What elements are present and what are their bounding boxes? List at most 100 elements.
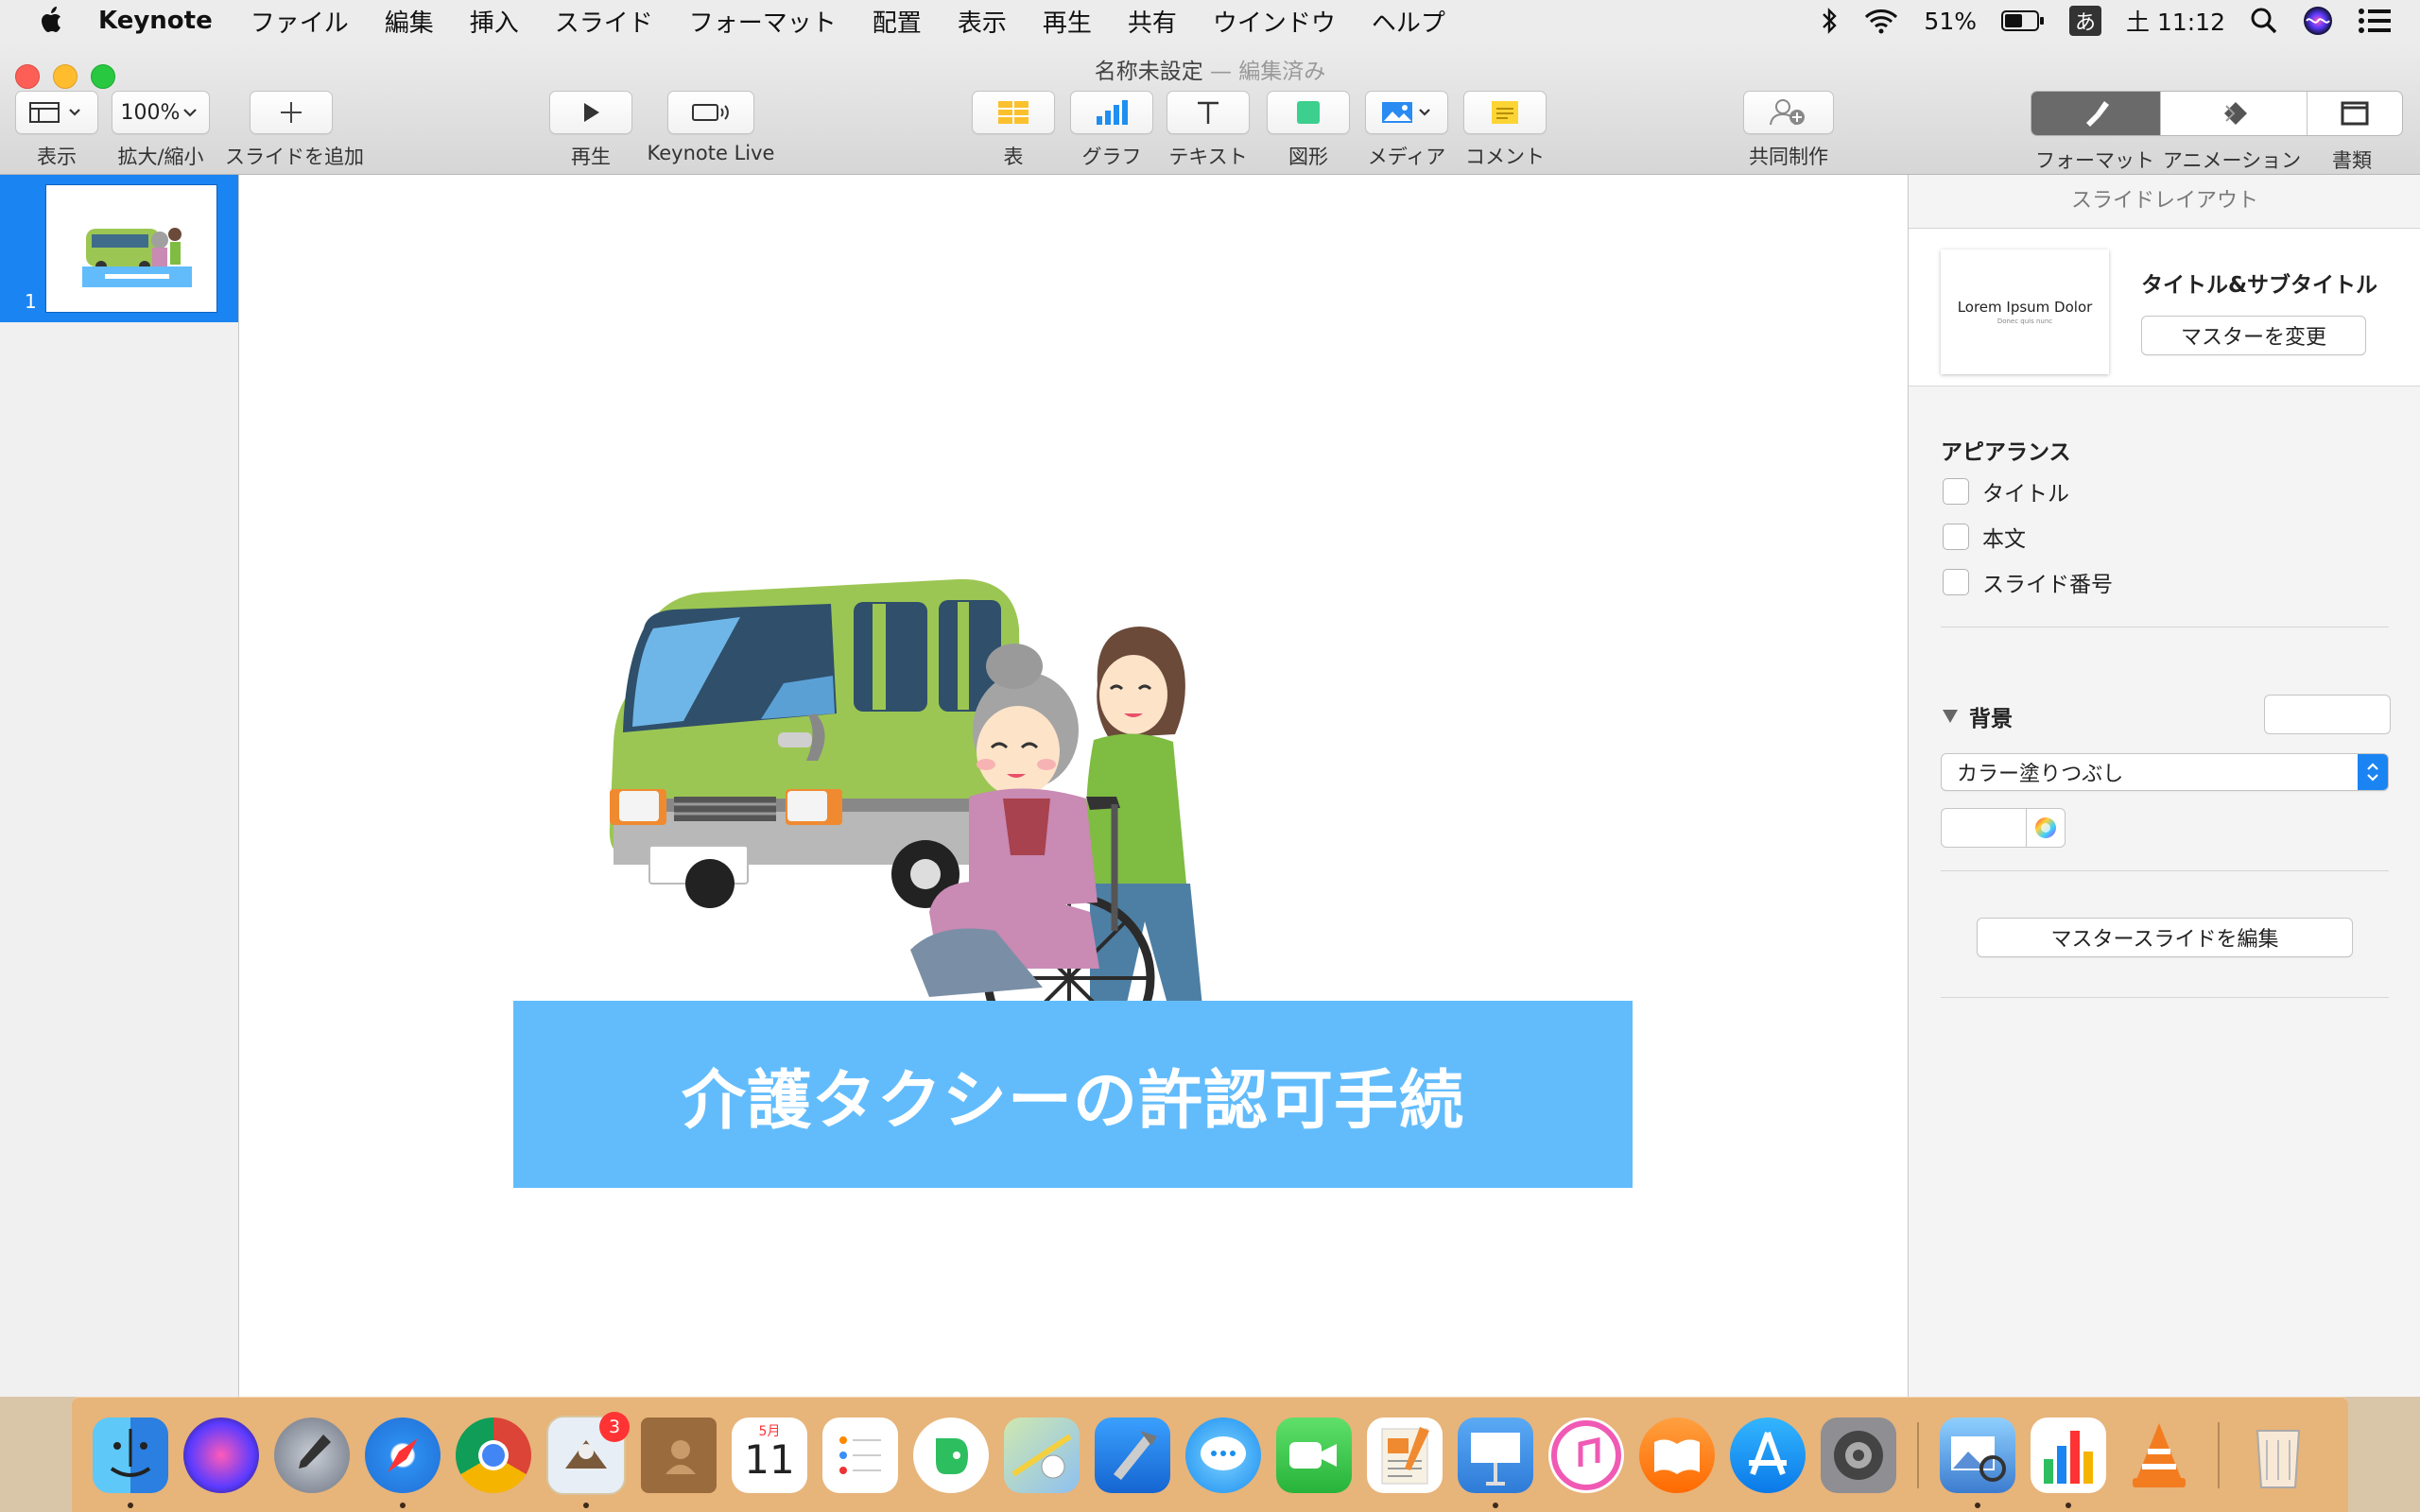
menu-play[interactable]: 再生 bbox=[1043, 4, 1092, 39]
background-color-well[interactable] bbox=[2264, 695, 2391, 734]
siri-app-icon[interactable] bbox=[183, 1417, 259, 1493]
notification-center-icon[interactable] bbox=[2358, 8, 2392, 34]
checkbox-title-box[interactable] bbox=[1943, 478, 1969, 505]
wifi-icon[interactable] bbox=[1863, 7, 1899, 35]
checkbox-slide-number-box[interactable] bbox=[1943, 569, 1969, 595]
chart-control[interactable]: グラフ bbox=[1070, 91, 1153, 170]
menu-slide[interactable]: スライド bbox=[555, 4, 653, 39]
table-control[interactable]: 表 bbox=[972, 91, 1055, 170]
select-stepper-icon[interactable] bbox=[2358, 754, 2388, 790]
menu-view[interactable]: 表示 bbox=[958, 4, 1007, 39]
tab-format[interactable] bbox=[2031, 92, 2161, 135]
change-master-button[interactable]: マスターを変更 bbox=[2141, 316, 2366, 355]
menu-format[interactable]: フォーマット bbox=[689, 4, 837, 39]
messages-icon[interactable] bbox=[1185, 1417, 1261, 1493]
menu-window[interactable]: ウインドウ bbox=[1213, 4, 1336, 39]
maps-icon[interactable] bbox=[1004, 1417, 1080, 1493]
safari-icon[interactable] bbox=[365, 1417, 441, 1508]
vlc-icon[interactable] bbox=[2121, 1418, 2197, 1493]
zoom-button[interactable]: 100% bbox=[112, 91, 210, 134]
table-button[interactable] bbox=[972, 91, 1055, 134]
slide-title-banner[interactable]: 介護タクシーの許認可手続 bbox=[513, 1001, 1633, 1188]
tab-document[interactable] bbox=[2308, 92, 2402, 135]
text-control[interactable]: テキスト bbox=[1167, 91, 1250, 170]
menu-arrange[interactable]: 配置 bbox=[873, 4, 922, 39]
calendar-icon[interactable]: 5月 11 bbox=[732, 1417, 807, 1493]
comment-control[interactable]: コメント bbox=[1461, 91, 1548, 170]
menu-clock[interactable]: 土 11:12 bbox=[2126, 4, 2225, 38]
add-slide-button[interactable] bbox=[250, 91, 333, 134]
reminders-icon[interactable] bbox=[822, 1417, 898, 1493]
slide-canvas[interactable]: 介護タクシーの許認可手続 bbox=[239, 175, 1908, 1397]
bluetooth-icon[interactable] bbox=[1820, 7, 1839, 35]
slide-thumbnail-row[interactable]: 1 bbox=[0, 175, 238, 322]
disclosure-triangle-icon[interactable] bbox=[1941, 708, 1960, 725]
trash-icon[interactable] bbox=[2240, 1418, 2316, 1493]
checkbox-body-box[interactable] bbox=[1943, 524, 1969, 550]
keynote-live-control[interactable]: Keynote Live bbox=[645, 91, 777, 164]
fill-type-select[interactable]: カラー塗りつぶし bbox=[1941, 753, 2389, 791]
input-method-icon[interactable]: あ bbox=[2069, 6, 2101, 36]
shape-button[interactable] bbox=[1267, 91, 1350, 134]
view-control[interactable]: 表示 bbox=[15, 91, 98, 170]
pages-icon[interactable] bbox=[1367, 1417, 1443, 1493]
menu-file[interactable]: ファイル bbox=[251, 4, 349, 39]
battery-icon[interactable] bbox=[2001, 9, 2045, 32]
slide-thumbnail[interactable] bbox=[45, 184, 217, 313]
zoom-label: 拡大/縮小 bbox=[117, 146, 204, 168]
shape-control[interactable]: 図形 bbox=[1267, 91, 1350, 170]
collaborate-control[interactable]: 共同制作 bbox=[1743, 91, 1834, 170]
chrome-icon[interactable] bbox=[456, 1417, 531, 1493]
view-button[interactable] bbox=[15, 91, 98, 134]
chart-button[interactable] bbox=[1070, 91, 1153, 134]
menu-insert[interactable]: 挿入 bbox=[470, 4, 519, 39]
layout-preview[interactable]: Lorem Ipsum Dolor Donec quis nunc bbox=[1941, 249, 2109, 374]
app-store-icon[interactable] bbox=[1730, 1417, 1806, 1493]
books-icon[interactable] bbox=[1639, 1417, 1715, 1493]
zoom-control[interactable]: 100% 拡大/縮小 bbox=[112, 91, 210, 170]
add-slide-control[interactable]: スライドを追加 bbox=[225, 91, 364, 170]
preview-icon[interactable] bbox=[1940, 1417, 2015, 1508]
system-preferences-icon[interactable] bbox=[1821, 1417, 1896, 1493]
facetime-icon[interactable] bbox=[1276, 1417, 1352, 1493]
checkbox-title[interactable]: タイトル bbox=[1943, 475, 2069, 507]
text-icon bbox=[1198, 101, 1219, 124]
finder-icon[interactable] bbox=[93, 1417, 168, 1508]
layout-preview-title: Lorem Ipsum Dolor bbox=[1957, 299, 2093, 316]
checkbox-slide-number[interactable]: スライド番号 bbox=[1943, 566, 2113, 598]
xcode-icon[interactable] bbox=[1095, 1417, 1170, 1493]
siri-icon[interactable] bbox=[2303, 6, 2333, 36]
window-title: 名称未設定 — 編集済み bbox=[0, 53, 2420, 85]
document-name[interactable]: 名称未設定 bbox=[1095, 60, 1203, 84]
media-control[interactable]: メディア bbox=[1365, 91, 1448, 170]
menu-share[interactable]: 共有 bbox=[1128, 4, 1177, 39]
comment-button[interactable] bbox=[1463, 91, 1547, 134]
inspector-header: スライドレイアウト bbox=[1909, 175, 2420, 229]
collaborate-button[interactable] bbox=[1743, 91, 1834, 134]
edit-master-slide-button[interactable]: マスタースライドを編集 bbox=[1977, 918, 2353, 957]
media-button[interactable] bbox=[1365, 91, 1448, 134]
numbers-icon[interactable] bbox=[2031, 1417, 2106, 1508]
itunes-icon[interactable] bbox=[1548, 1417, 1624, 1493]
color-wheel-button[interactable] bbox=[2026, 808, 2066, 848]
menu-edit[interactable]: 編集 bbox=[385, 4, 434, 39]
tab-animate[interactable] bbox=[2161, 92, 2308, 135]
launchpad-icon[interactable] bbox=[274, 1417, 350, 1493]
checkbox-body[interactable]: 本文 bbox=[1943, 521, 2026, 553]
background-title: 背景 bbox=[1969, 707, 2013, 731]
menu-app-name[interactable]: Keynote bbox=[98, 7, 213, 35]
paintbrush-icon bbox=[2086, 101, 2109, 127]
keynote-live-button[interactable] bbox=[667, 91, 754, 134]
contacts-icon[interactable] bbox=[641, 1417, 717, 1493]
play-button[interactable] bbox=[549, 91, 632, 134]
keynote-app-icon[interactable] bbox=[1458, 1417, 1533, 1508]
evernote-icon[interactable] bbox=[913, 1417, 989, 1493]
play-control[interactable]: 再生 bbox=[548, 91, 633, 170]
fill-color-well[interactable] bbox=[1941, 808, 2028, 848]
menu-help[interactable]: ヘルプ bbox=[1372, 4, 1445, 39]
mail-icon[interactable]: 3 bbox=[546, 1411, 630, 1508]
apple-icon[interactable] bbox=[36, 4, 68, 38]
spotlight-search-icon[interactable] bbox=[2250, 7, 2278, 35]
text-button[interactable] bbox=[1167, 91, 1250, 134]
media-label: メディア bbox=[1367, 146, 1446, 168]
